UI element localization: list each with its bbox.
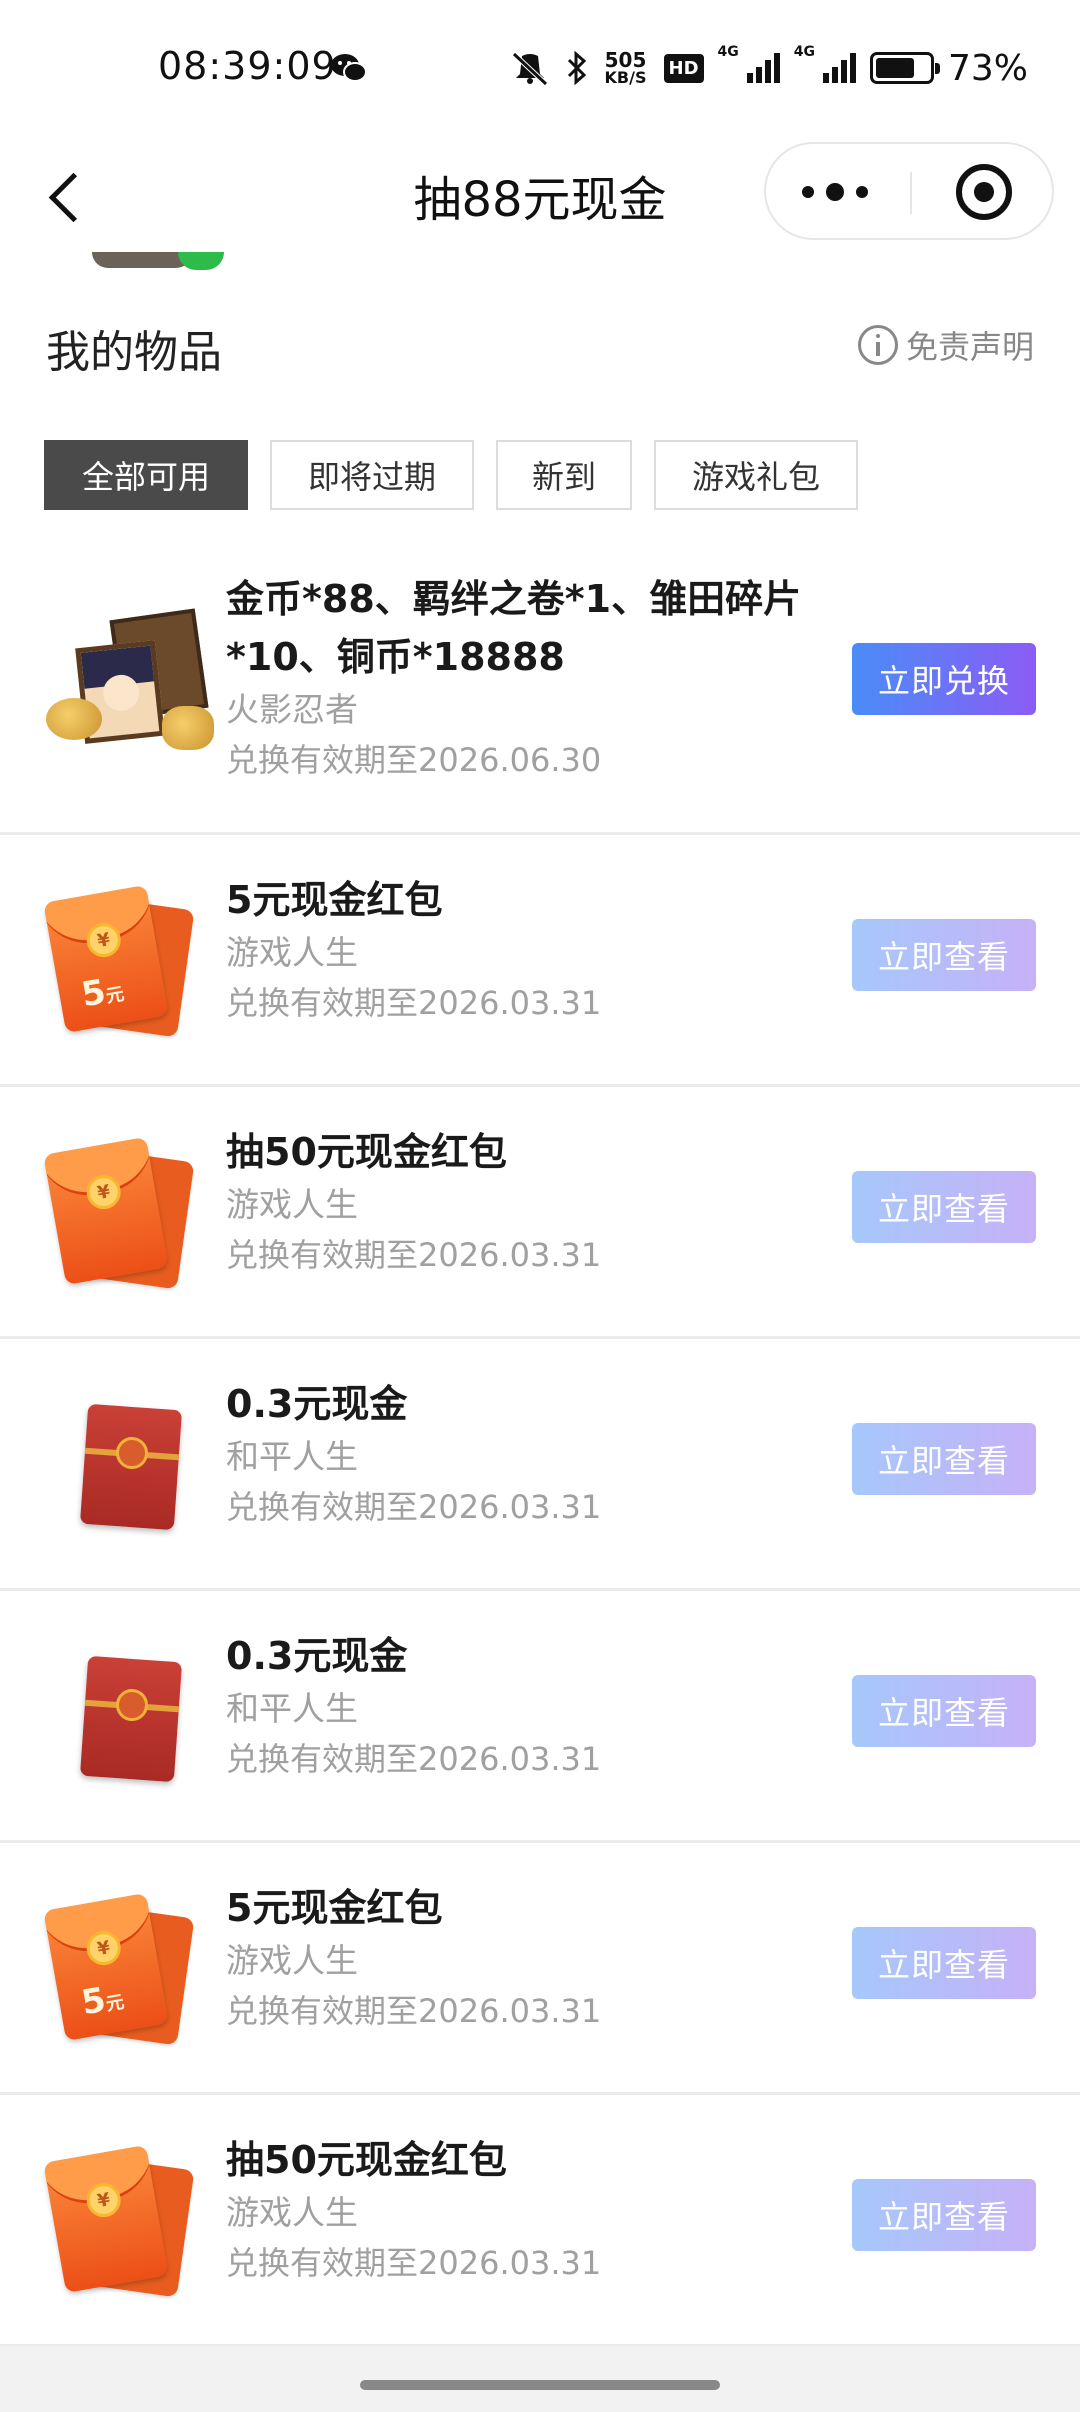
item-name: 5元现金红包 (226, 1886, 443, 1930)
status-time: 08:39:09 (158, 44, 337, 88)
red-envelope-icon: ¥ (43, 1136, 204, 1290)
item-name: 0.3元现金 (226, 1634, 408, 1678)
item-expiry: 兑换有效期至2026.03.31 (226, 1236, 602, 1274)
item-info: 5元现金红包 游戏人生 兑换有效期至2026.03.31 (226, 871, 820, 1029)
item-game: 和平人生 (226, 1689, 358, 1728)
item-name: 抽50元现金红包 (226, 2138, 507, 2182)
tab-expiring-soon[interactable]: 即将过期 (270, 440, 474, 510)
mini-program-capsule (764, 142, 1054, 240)
item-info: 0.3元现金 和平人生 兑换有效期至2026.03.31 (226, 1375, 820, 1533)
mute-icon (511, 52, 548, 86)
disclaimer-label: 免责声明 (905, 328, 1034, 366)
signal-icon-1 (746, 53, 780, 83)
item-game: 火影忍者 (226, 690, 358, 729)
item-expiry: 兑换有效期至2026.03.31 (226, 1488, 602, 1526)
view-button[interactable]: 立即查看 (852, 1675, 1036, 1747)
red-envelope-5-icon: ¥5元 (43, 1892, 204, 2046)
status-bar: 08:39:09 505 KB/S HD 4G 4G 73% (0, 0, 1080, 140)
item-expiry: 兑换有效期至2026.03.31 (226, 1992, 602, 2030)
network-type-2: 4G (793, 44, 815, 60)
tab-all-available[interactable]: 全部可用 (44, 440, 248, 510)
list-item: 0.3元现金 和平人生 兑换有效期至2026.03.31 立即查看 (0, 1339, 1080, 1591)
more-icon[interactable] (802, 182, 868, 202)
disclaimer-link[interactable]: 免责声明 (857, 322, 1034, 368)
list-item: ¥5元 5元现金红包 游戏人生 兑换有效期至2026.03.31 立即查看 (0, 835, 1080, 1087)
signal-icon-2 (822, 53, 856, 83)
info-icon (857, 325, 898, 365)
home-indicator[interactable] (360, 2380, 720, 2390)
item-expiry: 兑换有效期至2026.06.30 (226, 741, 602, 779)
item-info: 抽50元现金红包 游戏人生 兑换有效期至2026.03.31 (226, 1123, 820, 1281)
envelope-amount-unit: 元 (104, 1991, 126, 2016)
filter-tabs: 全部可用 即将过期 新到 游戏礼包 (44, 440, 858, 510)
view-button[interactable]: 立即查看 (852, 1171, 1036, 1243)
envelope-amount: 5元 (79, 969, 127, 1016)
capsule-divider (910, 172, 912, 214)
item-name: 0.3元现金 (226, 1382, 408, 1426)
list-item: ¥ 抽50元现金红包 游戏人生 兑换有效期至2026.03.31 立即查看 (0, 2095, 1080, 2347)
envelope-amount-value: 5 (78, 971, 109, 1016)
nav-bar: 抽88元现金 (0, 140, 1080, 252)
item-expiry: 兑换有效期至2026.03.31 (226, 1740, 602, 1778)
envelope-amount: 5元 (79, 1977, 127, 2024)
item-info: 0.3元现金 和平人生 兑换有效期至2026.03.31 (226, 1627, 820, 1785)
wechat-icon (331, 54, 367, 82)
section-title: 我的物品 (46, 327, 222, 378)
status-icons: 505 KB/S HD 4G 4G 73% (508, 44, 1028, 92)
net-speed-unit: KB/S (604, 68, 647, 87)
net-speed: 505 KB/S (602, 50, 650, 86)
hd-badge: HD (663, 53, 704, 83)
view-button[interactable]: 立即查看 (852, 1927, 1036, 1999)
item-info: 金币*88、羁绊之卷*1、雏田碎片*10、铜币*18888 火影忍者 兑换有效期… (226, 570, 820, 786)
net-speed-value: 505 (604, 48, 647, 72)
avatar (92, 252, 192, 268)
list-item: 0.3元现金 和平人生 兑换有效期至2026.03.31 立即查看 (0, 1591, 1080, 1843)
battery-icon (869, 52, 940, 84)
game-bundle-icon (44, 608, 214, 760)
redeem-button[interactable]: 立即兑换 (852, 643, 1036, 715)
item-name: 金币*88、羁绊之卷*1、雏田碎片*10、铜币*18888 (226, 577, 802, 679)
bottom-area (0, 2346, 1080, 2412)
item-info: 5元现金红包 游戏人生 兑换有效期至2026.03.31 (226, 1879, 820, 2037)
item-name: 抽50元现金红包 (226, 1130, 507, 1174)
battery-fill (875, 58, 914, 78)
item-game: 和平人生 (226, 1437, 358, 1476)
item-expiry: 兑换有效期至2026.03.31 (226, 984, 602, 1022)
tab-game-gift[interactable]: 游戏礼包 (654, 440, 858, 510)
view-button[interactable]: 立即查看 (852, 1423, 1036, 1495)
red-packet-icon (44, 1641, 204, 1791)
online-badge (178, 252, 224, 270)
red-envelope-icon: ¥ (43, 2144, 204, 2298)
network-type-1: 4G (717, 44, 739, 60)
item-name: 5元现金红包 (226, 878, 443, 922)
tab-new-arrivals[interactable]: 新到 (496, 440, 632, 510)
view-button[interactable]: 立即查看 (852, 919, 1036, 991)
envelope-amount-value: 5 (78, 1979, 109, 2024)
item-game: 游戏人生 (226, 1185, 358, 1224)
red-packet-icon (44, 1389, 204, 1539)
close-mini-program-icon[interactable] (956, 164, 1012, 220)
item-game: 游戏人生 (226, 1941, 358, 1980)
bluetooth-icon (567, 51, 586, 85)
items-list: 金币*88、羁绊之卷*1、雏田碎片*10、铜币*18888 火影忍者 兑换有效期… (0, 540, 1080, 2347)
view-button[interactable]: 立即查看 (852, 2179, 1036, 2251)
item-expiry: 兑换有效期至2026.03.31 (226, 2244, 602, 2282)
item-game: 游戏人生 (226, 2193, 358, 2232)
list-item: 金币*88、羁绊之卷*1、雏田碎片*10、铜币*18888 火影忍者 兑换有效期… (0, 540, 1080, 835)
list-item: ¥ 抽50元现金红包 游戏人生 兑换有效期至2026.03.31 立即查看 (0, 1087, 1080, 1339)
item-info: 抽50元现金红包 游戏人生 兑换有效期至2026.03.31 (226, 2131, 820, 2289)
red-envelope-5-icon: ¥5元 (43, 884, 204, 1038)
item-game: 游戏人生 (226, 933, 358, 972)
battery-percent: 73% (947, 47, 1028, 89)
list-item: ¥5元 5元现金红包 游戏人生 兑换有效期至2026.03.31 立即查看 (0, 1843, 1080, 2095)
envelope-amount-unit: 元 (104, 983, 126, 1008)
